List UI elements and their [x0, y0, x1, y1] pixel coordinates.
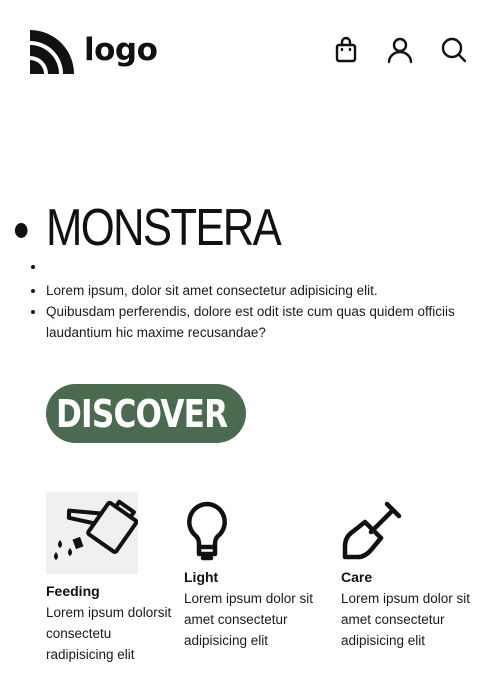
logo-mark-icon	[30, 30, 74, 74]
search-icon[interactable]	[441, 36, 467, 64]
feature-title: Feeding	[46, 583, 100, 599]
light-bulb-icon	[187, 501, 227, 561]
header-actions	[333, 36, 467, 64]
feature-feeding: Feeding Lorem ipsum dolorsit consectetu …	[46, 492, 176, 665]
feature-care: Care Lorem ipsum dolor sit amet consecte…	[341, 500, 491, 651]
feature-description: Lorem ipsum dolor sit amet consectetur a…	[184, 591, 314, 648]
hero-list: MONSTERA Lorem ipsum, dolor sit amet con…	[46, 198, 476, 343]
discover-button-label: DISCOVER	[56, 391, 228, 436]
watering-can-icon	[54, 499, 138, 560]
feature-light: Light Lorem ipsum dolor sit amet consect…	[184, 500, 334, 651]
chevron-right-icon	[263, 403, 277, 425]
feature-description: Lorem ipsum dolorsit consectetu radipisi…	[46, 605, 172, 662]
feature-icon-box	[46, 492, 138, 574]
site-header: logo	[0, 0, 497, 100]
hero-text-item: Lorem ipsum, dolor sit amet consectetur …	[46, 280, 476, 301]
discover-button[interactable]: DISCOVER	[46, 384, 277, 443]
logo-text: logo	[84, 31, 158, 68]
shovel-icon	[342, 501, 402, 560]
user-icon[interactable]	[387, 36, 413, 64]
hero-title: MONSTERA	[46, 198, 407, 258]
feature-description: Lorem ipsum dolor sit amet consectetur a…	[341, 591, 471, 648]
hero-empty-item	[46, 258, 476, 280]
hero-text-item: Quibusdam perferendis, dolore est odit i…	[46, 301, 476, 343]
feature-title: Light	[184, 569, 219, 585]
feature-title: Care	[341, 569, 373, 585]
logo[interactable]: logo	[30, 30, 158, 74]
shopping-bag-icon[interactable]	[333, 36, 359, 64]
